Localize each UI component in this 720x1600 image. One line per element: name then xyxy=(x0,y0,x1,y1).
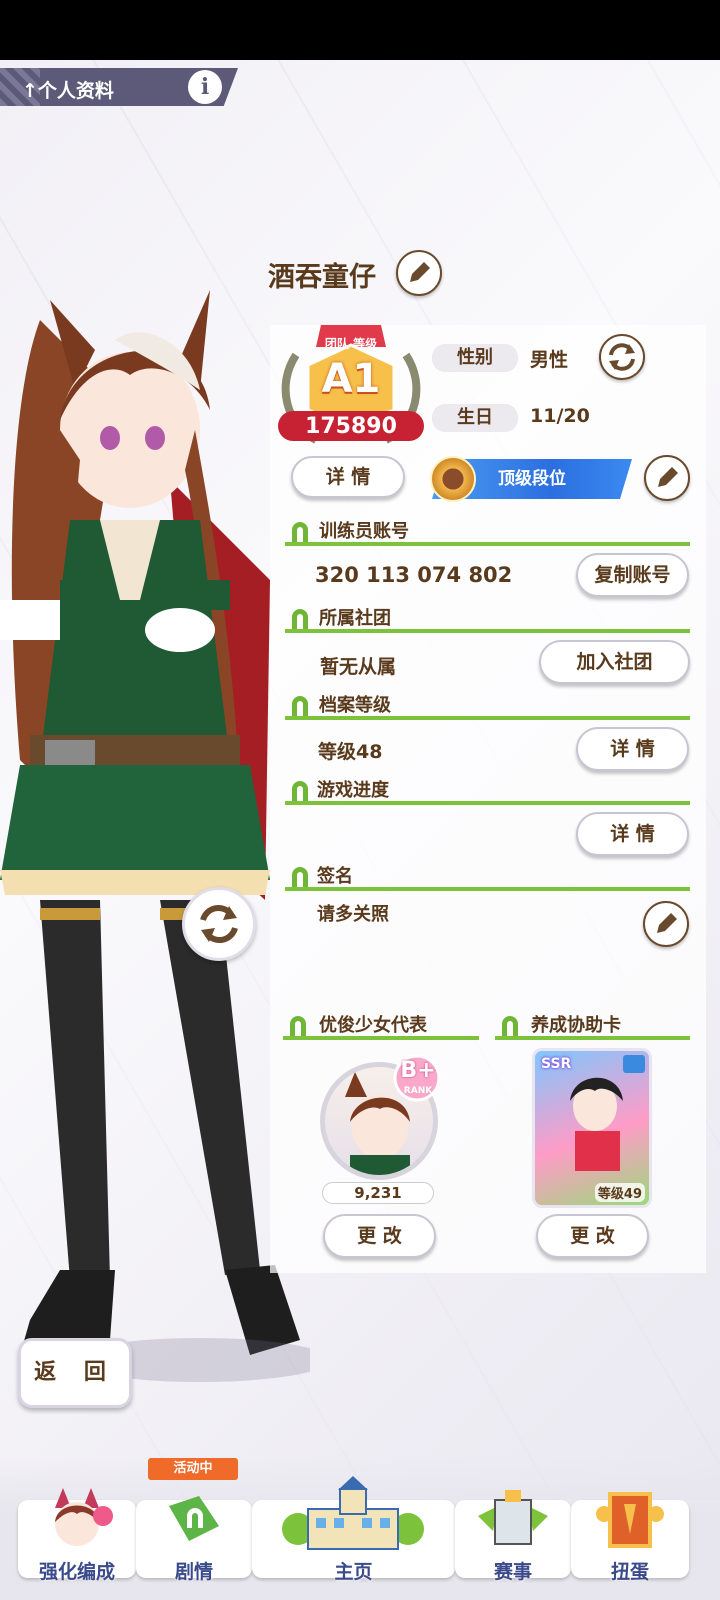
section-underline xyxy=(495,1036,690,1040)
representative-score: 9,231 xyxy=(322,1182,434,1204)
status-bar xyxy=(0,0,720,60)
building-icon xyxy=(282,1476,424,1550)
nav-item-label: 剧情 xyxy=(174,1561,213,1583)
trainer-name: 酒吞童仔 xyxy=(268,262,376,293)
section-underline xyxy=(285,801,690,805)
gender-value: 男性 xyxy=(530,349,569,371)
team-rank-caption: 团队 等级 xyxy=(324,337,378,351)
section-header-archive: 档案等级 xyxy=(285,690,690,720)
section-title: 养成协助卡 xyxy=(531,1015,621,1036)
nav-item-gacha[interactable]: 扭蛋 xyxy=(571,1480,689,1590)
horseshoe-icon xyxy=(292,522,308,542)
pencil-icon xyxy=(657,913,677,933)
section-header-account: 训练员账号 xyxy=(285,516,690,546)
nav-item-home[interactable]: 主页 xyxy=(252,1476,455,1590)
section-header-signature: 签名 xyxy=(285,861,690,891)
horseshoe-icon xyxy=(292,867,308,887)
join-club-button[interactable]: 加入社团 xyxy=(539,640,690,684)
section-title: 游戏进度 xyxy=(317,780,389,801)
section-title: 档案等级 xyxy=(319,695,391,716)
support-card-art xyxy=(570,1055,645,1171)
birthday-label: 生日 xyxy=(432,404,518,432)
nav-item-label: 扭蛋 xyxy=(610,1561,649,1583)
team-rank-score: 175890 xyxy=(305,414,397,439)
section-underline xyxy=(285,629,690,633)
section-underline xyxy=(285,542,690,546)
change-support-card-button[interactable]: 更 改 xyxy=(536,1214,649,1258)
back-button[interactable]: 返 回 xyxy=(18,1338,132,1408)
section-underline xyxy=(285,716,690,720)
copy-account-button[interactable]: 复制账号 xyxy=(576,553,689,597)
change-representative-button[interactable]: 更 改 xyxy=(323,1214,436,1258)
rotate-character-button[interactable] xyxy=(182,887,256,961)
signature-text: 请多关照 xyxy=(317,904,389,925)
nav-item-race[interactable]: 赛事 xyxy=(455,1480,571,1590)
section-header-representative: 优俊少女代表 xyxy=(283,1010,479,1040)
nav-item-label: 主页 xyxy=(334,1561,373,1583)
edit-signature-button[interactable] xyxy=(643,901,689,947)
team-rank-grade: A1 xyxy=(321,356,381,402)
support-card-thumbnail[interactable]: SSR 等级49 xyxy=(532,1048,652,1208)
archive-level: 等级48 xyxy=(318,741,383,763)
edit-rank-button[interactable] xyxy=(644,455,690,501)
support-card-level: 等级49 xyxy=(594,1183,645,1202)
nav-item-label: 赛事 xyxy=(493,1561,532,1583)
rank-caption: RANK xyxy=(403,1086,433,1096)
nav-item-enhance[interactable]: 强化编成 xyxy=(18,1480,136,1590)
refresh-icon xyxy=(200,905,238,943)
switch-gender-button[interactable] xyxy=(599,334,645,380)
section-header-club: 所属社团 xyxy=(285,603,690,633)
account-number: 320 113 074 802 xyxy=(315,563,513,587)
rank-medal-icon xyxy=(430,456,476,502)
archive-detail-button[interactable]: 详 情 xyxy=(576,727,689,771)
page-title-text: 个人资料 xyxy=(37,80,114,102)
info-icon: i xyxy=(200,74,210,100)
rank-grade: B+ xyxy=(400,1058,436,1083)
page-title: ↑个人资料 xyxy=(22,76,114,103)
section-title: 签名 xyxy=(317,866,353,887)
story-book-icon xyxy=(169,1496,219,1541)
horseshoe-icon xyxy=(290,1016,306,1036)
nav-item-label: 强化编成 xyxy=(38,1561,115,1583)
horseshoe-icon xyxy=(502,1016,518,1036)
horseshoe-icon xyxy=(292,609,308,629)
section-title: 训练员账号 xyxy=(319,521,409,542)
birthday-value: 11/20 xyxy=(530,405,590,427)
section-title: 优俊少女代表 xyxy=(319,1015,427,1036)
pencil-icon xyxy=(410,262,430,282)
section-underline xyxy=(285,887,690,891)
event-badge: 活动中 xyxy=(148,1458,238,1480)
club-value: 暂无从属 xyxy=(320,656,397,678)
horseshoe-icon xyxy=(292,781,308,801)
gender-label: 性别 xyxy=(432,344,518,372)
character-illustration xyxy=(0,290,310,1382)
progress-detail-button[interactable]: 详 情 xyxy=(576,812,689,856)
horseshoe-icon xyxy=(292,696,308,716)
edit-name-button[interactable] xyxy=(396,250,442,296)
back-arrow-icon: ↑ xyxy=(22,80,38,102)
section-header-support-card: 养成协助卡 xyxy=(495,1010,690,1040)
team-detail-button[interactable]: 详 情 xyxy=(291,456,405,498)
gacha-door-icon xyxy=(596,1492,664,1548)
pencil-icon xyxy=(658,467,678,487)
section-header-progress: 游戏进度 xyxy=(285,775,690,805)
info-button[interactable]: i xyxy=(188,70,222,104)
nav-item-story[interactable]: 剧情 xyxy=(136,1480,252,1590)
section-underline xyxy=(283,1036,479,1040)
uma-chibi-icon xyxy=(55,1488,113,1546)
race-gate-icon xyxy=(478,1490,548,1545)
refresh-icon xyxy=(609,343,635,371)
rarity-label: SSR xyxy=(541,1056,572,1072)
section-title: 所属社团 xyxy=(319,608,391,629)
